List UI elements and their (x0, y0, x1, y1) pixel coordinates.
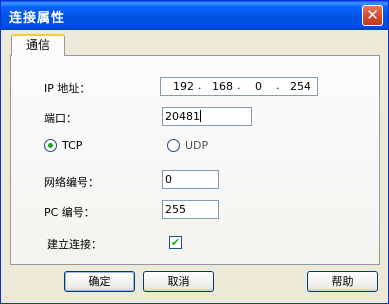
ip-octet-4[interactable]: 254 (290, 80, 311, 93)
port-input[interactable]: 20481 (162, 107, 252, 126)
establish-connection-label: 建立连接： (47, 238, 102, 251)
port-value: 20481 (165, 110, 200, 123)
ip-address-input[interactable]: 192 . 168 . 0 . 254 (160, 77, 318, 96)
tab-communication[interactable]: 通信 (11, 34, 65, 56)
connection-properties-dialog: 连接属性 ✕ 通信 IP 地址： 192 . 168 . 0 . 254 端口：… (0, 0, 389, 304)
network-number-input[interactable]: 0 (162, 170, 219, 189)
pc-number-value: 255 (165, 203, 186, 216)
ip-address-label: IP 地址： (44, 82, 91, 95)
ip-dot-2: . (237, 79, 241, 92)
ip-octet-2[interactable]: 168 (212, 80, 233, 93)
network-number-label: 网络编号： (44, 176, 99, 189)
udp-radio[interactable] (167, 139, 180, 152)
pc-number-input[interactable]: 255 (162, 200, 219, 219)
ip-octet-3[interactable]: 0 (255, 80, 262, 93)
ip-dot-3: . (276, 79, 280, 92)
check-icon: ✔ (170, 236, 181, 249)
help-button[interactable]: 帮助 (307, 271, 378, 292)
port-label: 端口： (44, 112, 77, 125)
ip-dot-1: . (198, 79, 202, 92)
close-icon: ✕ (366, 6, 379, 24)
close-button[interactable]: ✕ (362, 5, 383, 26)
ok-button[interactable]: 确定 (64, 271, 135, 292)
tcp-radio[interactable] (44, 139, 57, 152)
establish-connection-checkbox[interactable]: ✔ (169, 236, 182, 249)
tcp-label: TCP (62, 139, 83, 152)
radio-dot-icon (48, 143, 53, 148)
ip-octet-1[interactable]: 192 (173, 80, 194, 93)
network-number-value: 0 (165, 173, 172, 186)
window-title: 连接属性 (9, 11, 66, 26)
cancel-button[interactable]: 取消 (143, 271, 214, 292)
udp-label: UDP (185, 139, 209, 152)
title-bar[interactable]: 连接属性 ✕ (1, 1, 388, 30)
text-caret (200, 110, 201, 122)
pc-number-label: PC 编号： (44, 206, 95, 219)
